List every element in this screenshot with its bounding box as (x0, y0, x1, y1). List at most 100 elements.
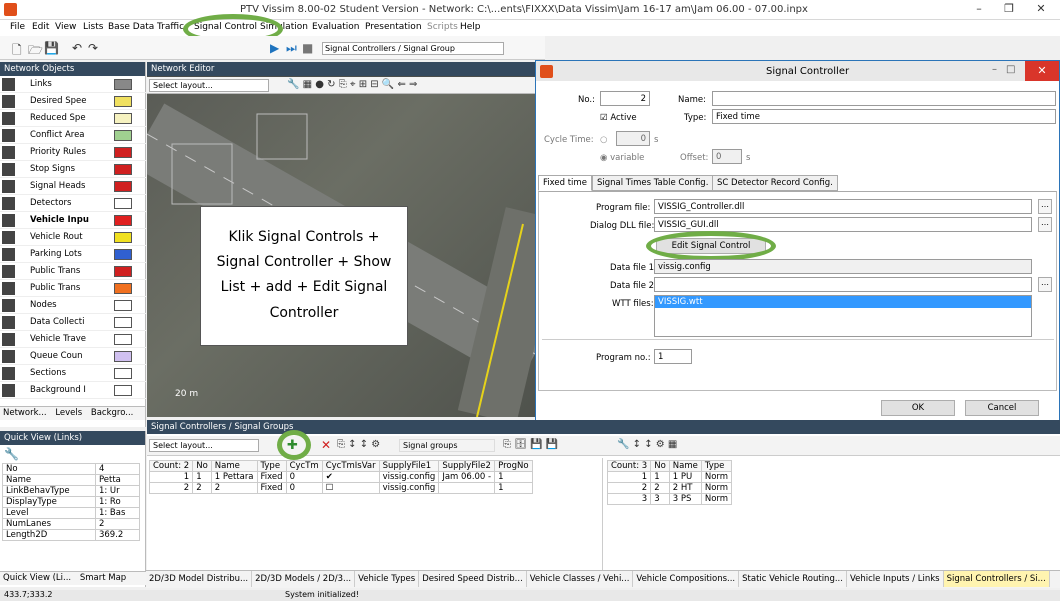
delete-icon[interactable]: ✕ (321, 438, 331, 452)
table-cell[interactable]: vissig.config (378, 482, 440, 494)
tab-static-routing[interactable]: Static Vehicle Routing... (739, 571, 847, 587)
no-field[interactable]: 2 (600, 91, 650, 106)
open-file-icon[interactable]: 🗁 (28, 41, 43, 62)
data-file2-field[interactable] (654, 277, 1032, 292)
network-object-item[interactable]: Nodes (0, 297, 146, 314)
network-object-item[interactable]: Signal Heads (0, 178, 146, 195)
wtt-files-list[interactable]: VISSIG.wtt (654, 295, 1032, 337)
table-row[interactable]: 2 2 2 Fixed 0 ☐ vissig.config 1 (148, 482, 533, 494)
network-object-item[interactable]: Links (0, 76, 146, 93)
table-cell[interactable]: Norm (700, 493, 733, 505)
quick-view-row[interactable]: Level 1: Bas (2, 507, 141, 519)
quick-view-value[interactable]: 1: Ur (94, 485, 141, 497)
close-icon[interactable]: ✕ (1026, 2, 1056, 18)
restore-icon[interactable]: ❐ (994, 2, 1024, 18)
table-cell[interactable]: ✔ (321, 471, 380, 483)
menu-traffic[interactable]: Traffic (157, 22, 184, 32)
column-header[interactable]: No (192, 460, 212, 472)
quick-view-row[interactable]: No 4 (2, 463, 141, 475)
menu-edit[interactable]: Edit (32, 22, 49, 32)
sc-table[interactable]: Count: 2 No Name Type CycTm CycTmIsVar SupplyF… (148, 460, 533, 494)
table-row[interactable]: 111 Pettara Fixed 0 ✔ vissig.config Jam 06.00… (148, 471, 533, 483)
offset-field[interactable]: 0 (712, 149, 742, 164)
network-object-item[interactable]: Stop Signs (0, 161, 146, 178)
network-object-item[interactable]: Detectors (0, 195, 146, 212)
table-row[interactable]: 111 PU Norm (606, 471, 733, 483)
cycle-radio[interactable]: ○ (600, 135, 607, 145)
cancel-button[interactable]: Cancel (965, 400, 1039, 416)
network-object-item[interactable]: Data Collecti (0, 314, 146, 331)
table-cell[interactable]: 1 (494, 482, 533, 494)
visibility-toggle[interactable] (114, 198, 132, 209)
list-tools-icon[interactable]: ⎘ 🗄 💾 💾 (503, 439, 558, 450)
visibility-toggle[interactable] (114, 96, 132, 107)
menu-base-data[interactable]: Base Data (108, 22, 154, 32)
ok-button[interactable]: OK (881, 400, 955, 416)
column-header[interactable]: SupplyFile2 (438, 460, 496, 472)
visibility-toggle[interactable] (114, 147, 132, 158)
dialog-dll-field[interactable]: VISSIG_GUI.dll (654, 217, 1032, 232)
tab-signal-controllers[interactable]: Signal Controllers / Si... (943, 571, 1050, 587)
table-cell[interactable]: 0 (285, 471, 323, 483)
tab-vehicle-types[interactable]: Vehicle Types (355, 571, 420, 587)
table-cell[interactable]: Fixed (256, 471, 287, 483)
menu-presentation[interactable]: Presentation (365, 22, 422, 32)
network-object-item[interactable]: Vehicle Rout (0, 229, 146, 246)
visibility-toggle[interactable] (114, 317, 132, 328)
tab-models[interactable]: 2D/3D Models / 2D/3... (252, 571, 356, 587)
table-cell[interactable]: ☐ (321, 482, 380, 494)
visibility-toggle[interactable] (114, 79, 132, 90)
program-file-browse-button[interactable]: … (1038, 199, 1052, 214)
visibility-toggle[interactable] (114, 249, 132, 260)
visibility-toggle[interactable] (114, 215, 132, 226)
quick-view-value[interactable]: 369.2 (94, 529, 141, 541)
layout-combo[interactable]: Select layout... (149, 79, 269, 92)
tab-smart-map[interactable]: Smart Map (77, 572, 129, 584)
network-object-item[interactable]: Sections (0, 365, 146, 382)
dialog-close-icon[interactable]: ✕ (1025, 61, 1059, 81)
sg-table[interactable]: Count: 3 No Name Type 1 1 1 PU Norm 2 2 2 HT Norm 3 3… (606, 460, 733, 505)
editor-tools-icon[interactable]: 🔧 ▦ ● ↻ ⎘ ⌖ ⊞ ⊟ 🔍 ⇐ ⇒ (287, 79, 417, 90)
table-cell[interactable]: 1 (650, 471, 670, 483)
table-cell[interactable]: 0 (285, 482, 323, 494)
menu-help[interactable]: Help (460, 22, 481, 32)
quick-view-value[interactable]: 2 (94, 518, 141, 530)
tab-fixed-time[interactable]: Fixed time (538, 175, 592, 191)
right-list-tools-icon[interactable]: 🔧 ↕ ↕ ⚙ ▦ (617, 439, 677, 450)
quick-view-value[interactable]: 1: Ro (94, 496, 141, 508)
stop-icon[interactable]: ■ (302, 41, 313, 55)
tab-vehicle-classes[interactable]: Vehicle Classes / Vehi... (527, 571, 634, 587)
tab-quick-view[interactable]: Quick View (Li... (0, 572, 74, 584)
table-cell[interactable]: 3 PS (668, 493, 702, 505)
network-object-item[interactable]: Conflict Area (0, 127, 146, 144)
table-cell[interactable]: 2 HT (668, 482, 702, 494)
visibility-toggle[interactable] (114, 266, 132, 277)
visibility-toggle[interactable] (114, 113, 132, 124)
undo-icon[interactable]: ↶ (72, 41, 82, 55)
network-object-item[interactable]: Background I (0, 382, 146, 399)
column-header[interactable]: SupplyFile1 (378, 460, 440, 472)
network-object-item[interactable]: Parking Lots (0, 246, 146, 263)
tab-vehicle-compositions[interactable]: Vehicle Compositions... (633, 571, 740, 587)
quick-view-row[interactable]: NumLanes 2 (2, 518, 141, 530)
quick-view-row[interactable]: Length2D 369.2 (2, 529, 141, 541)
column-header[interactable]: CycTm (285, 460, 323, 472)
list-splitter[interactable] (602, 458, 603, 570)
table-cell[interactable] (438, 482, 496, 494)
wrench-icon[interactable]: 🔧 (0, 445, 145, 463)
column-header[interactable]: ProgNo (494, 460, 533, 472)
tab-sc-detector[interactable]: SC Detector Record Config. (712, 175, 838, 191)
table-cell[interactable]: 2 (650, 482, 670, 494)
table-cell[interactable]: Norm (700, 471, 733, 483)
redo-icon[interactable]: ↷ (88, 41, 98, 55)
table-cell[interactable]: 1 Pettara (210, 471, 258, 483)
menu-view[interactable]: View (55, 22, 76, 32)
table-cell[interactable]: 1 PU (668, 471, 702, 483)
quick-view-value[interactable]: 4 (94, 463, 141, 475)
visibility-toggle[interactable] (114, 232, 132, 243)
table-row[interactable]: 222 HT Norm (606, 482, 733, 494)
relation-combo[interactable]: Signal groups (399, 439, 495, 452)
table-cell[interactable]: vissig.config (378, 471, 440, 483)
menu-evaluation[interactable]: Evaluation (312, 22, 360, 32)
dialog-maximize-icon[interactable]: □ (1006, 64, 1015, 75)
